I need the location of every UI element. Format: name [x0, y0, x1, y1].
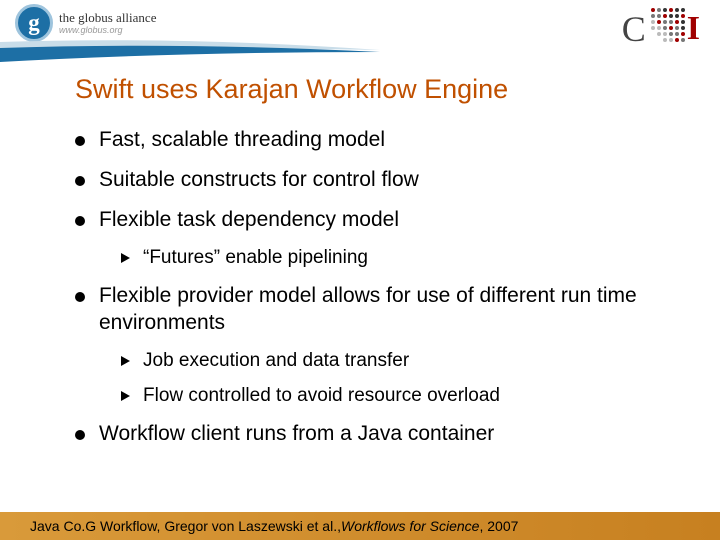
footer-prefix: Java Co.G Workflow, Gregor von Laszewski… [30, 518, 341, 534]
bullet-text: Fast, scalable threading model [99, 128, 385, 151]
bullet-text: Flexible provider model allows for use o… [99, 284, 637, 334]
bullet-item: Suitable constructs for control flow [75, 167, 665, 194]
sub-bullet-list: Job execution and data transfer Flow cont… [121, 349, 665, 409]
bullet-item: Flexible provider model allows for use o… [75, 283, 665, 408]
globus-text: the globus alliance www.globus.org [59, 11, 156, 35]
sub-bullet-item: Job execution and data transfer [121, 349, 665, 373]
sub-bullet-item: “Futures” enable pipelining [121, 246, 665, 270]
ci-i-letter: I [687, 10, 700, 48]
slide-title: Swift uses Karajan Workflow Engine [75, 74, 665, 105]
swoosh-graphic [0, 36, 380, 66]
footer-suffix: , 2007 [479, 518, 518, 534]
ci-dots-icon [651, 8, 685, 42]
bullet-list: Fast, scalable threading model Suitable c… [75, 127, 665, 448]
sub-bullet-list: “Futures” enable pipelining [121, 246, 665, 270]
globus-url: www.globus.org [59, 26, 156, 35]
ci-c-letter: C [622, 8, 646, 50]
sub-bullet-item: Flow controlled to avoid resource overlo… [121, 384, 665, 408]
bullet-item: Flexible task dependency model “Futures” … [75, 207, 665, 270]
bullet-item: Fast, scalable threading model [75, 127, 665, 154]
bullet-item: Workflow client runs from a Java contain… [75, 421, 665, 448]
slide-header: g the globus alliance www.globus.org C I [0, 0, 720, 60]
bullet-text: Workflow client runs from a Java contain… [99, 422, 494, 445]
bullet-text: Flexible task dependency model [99, 208, 399, 231]
bullet-text: Suitable constructs for control flow [99, 168, 419, 191]
globus-title: the globus alliance [59, 11, 156, 24]
footer-italic: Workflows for Science [341, 518, 479, 534]
ci-logo: C I [622, 8, 700, 50]
slide-content: Swift uses Karajan Workflow Engine Fast,… [0, 60, 720, 448]
slide-footer: Java Co.G Workflow, Gregor von Laszewski… [0, 512, 720, 540]
